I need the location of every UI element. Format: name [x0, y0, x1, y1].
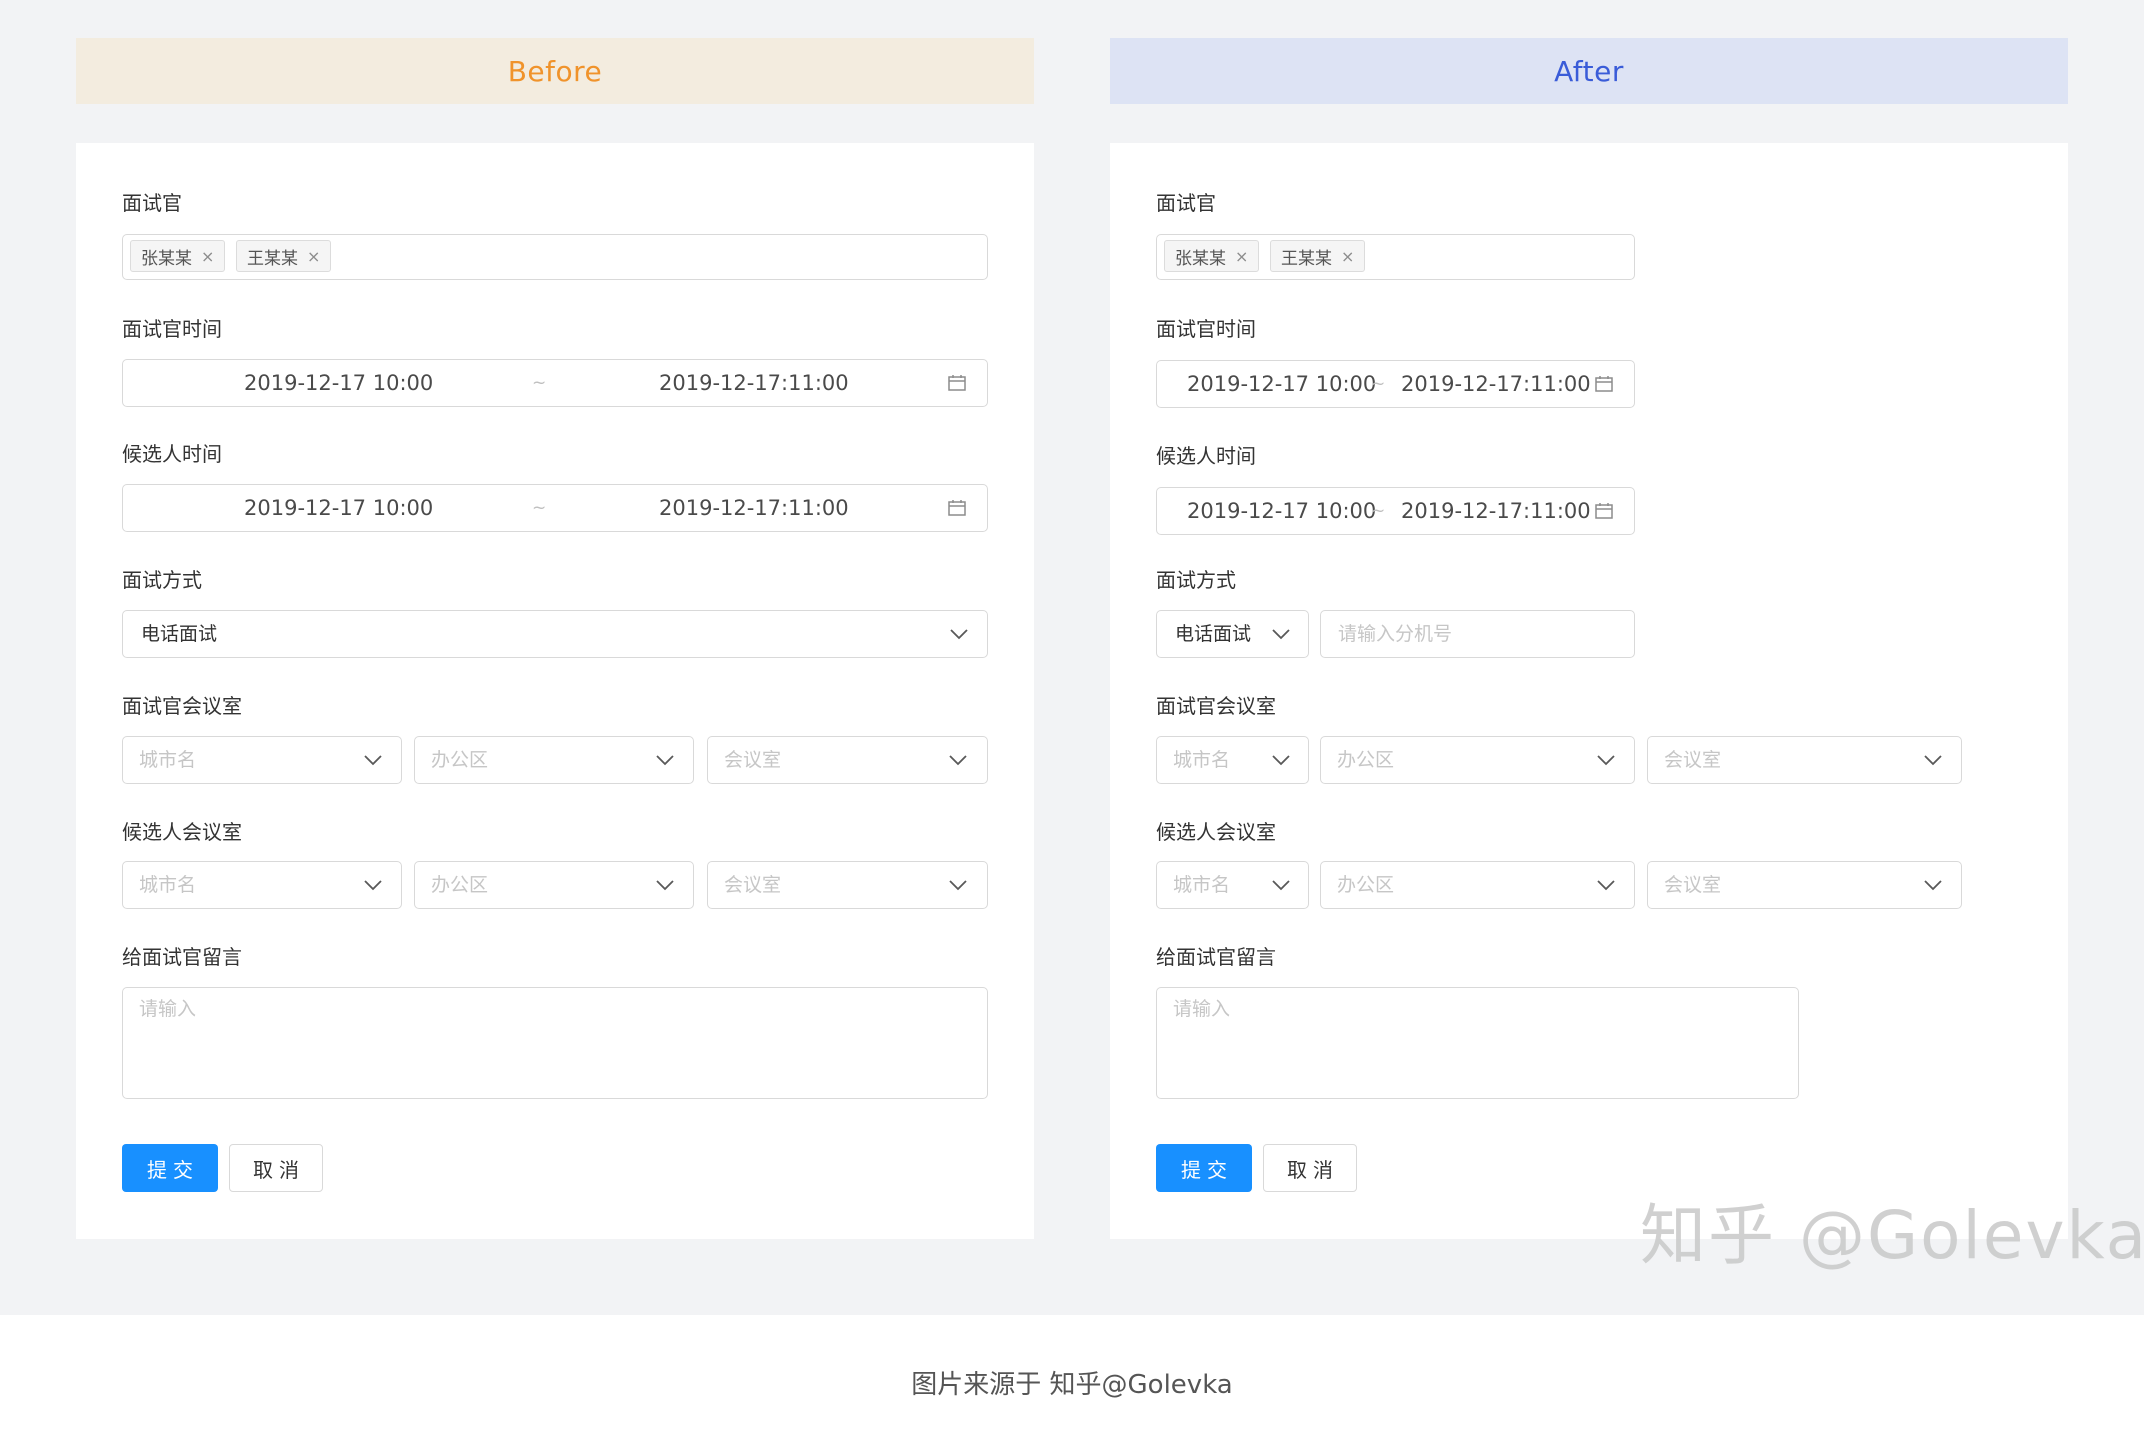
chevron-down-icon [656, 880, 674, 891]
calendar-icon[interactable] [1594, 374, 1614, 394]
candidate-room-label: 候选人会议室 [122, 820, 242, 844]
candidate-time-range-picker[interactable]: 2019-12-17 10:00 ~ 2019-12-17:11:00 [122, 484, 988, 532]
extension-placeholder: 请输入分机号 [1338, 623, 1453, 645]
interviewer-room-label: 面试官会议室 [1156, 694, 1276, 718]
room-select[interactable]: 会议室 [707, 736, 988, 784]
candidate-time-label: 候选人时间 [122, 442, 222, 466]
method-select[interactable]: 电话面试 [1156, 610, 1309, 658]
comparison-stage: Before 面试官 张某某 × 王某某 × 面试官时间 2019-12-17 … [0, 0, 2144, 1430]
chevron-down-icon [1272, 755, 1290, 766]
interviewer-tag: 张某某 × [1164, 240, 1260, 272]
candidate-room-label: 候选人会议室 [1156, 820, 1276, 844]
candidate-time-range-picker[interactable]: 2019-12-17 10:00 ~ 2019-12-17:11:00 [1156, 487, 1635, 535]
close-icon[interactable]: × [1341, 247, 1354, 266]
after-form-card: 面试官 张某某 × 王某某 × 面试官时间 2019-12-17 10:00 ~… [1110, 143, 2068, 1239]
chevron-down-icon [364, 755, 382, 766]
interviewer-select[interactable]: 张某某 × 王某某 × [122, 234, 988, 280]
chevron-down-icon [949, 755, 967, 766]
range-separator: ~ [1371, 501, 1386, 521]
interviewer-label: 面试官 [122, 191, 182, 215]
method-label: 面试方式 [1156, 568, 1236, 592]
range-separator: ~ [532, 498, 547, 518]
range-separator: ~ [1371, 374, 1386, 394]
interviewer-tag: 王某某 × [1270, 240, 1366, 272]
city-select[interactable]: 城市名 [122, 736, 402, 784]
close-icon[interactable]: × [1235, 247, 1248, 266]
comparison-background: Before 面试官 张某某 × 王某某 × 面试官时间 2019-12-17 … [0, 0, 2144, 1315]
message-placeholder: 请输入 [1173, 998, 1231, 1020]
method-value: 电话面试 [141, 623, 218, 645]
interviewer-room-label: 面试官会议室 [122, 694, 242, 718]
interviewer-time-range-picker[interactable]: 2019-12-17 10:00 ~ 2019-12-17:11:00 [122, 359, 988, 407]
chevron-down-icon [1272, 629, 1290, 640]
chevron-down-icon [656, 755, 674, 766]
interviewer-time-label: 面试官时间 [1156, 317, 1256, 341]
chevron-down-icon [1597, 755, 1615, 766]
interviewer-tag: 张某某 × [130, 240, 226, 272]
interviewer-select[interactable]: 张某某 × 王某某 × [1156, 234, 1635, 280]
city-select[interactable]: 城市名 [1156, 736, 1309, 784]
range-end: 2019-12-17:11:00 [1401, 372, 1591, 396]
cancel-button[interactable]: 取消 [229, 1144, 323, 1192]
range-start: 2019-12-17 10:00 [1187, 372, 1377, 396]
chevron-down-icon [949, 880, 967, 891]
interviewer-tag: 王某某 × [236, 240, 332, 272]
room-select[interactable]: 会议室 [1647, 736, 1962, 784]
method-label: 面试方式 [122, 568, 202, 592]
interviewer-time-label: 面试官时间 [122, 317, 222, 341]
office-select[interactable]: 办公区 [1320, 736, 1635, 784]
range-end: 2019-12-17:11:00 [1401, 499, 1591, 523]
message-label: 给面试官留言 [1156, 945, 1276, 969]
message-placeholder: 请输入 [139, 998, 197, 1020]
office-select[interactable]: 办公区 [414, 736, 694, 784]
room-select[interactable]: 会议室 [707, 861, 988, 909]
method-select[interactable]: 电话面试 [122, 610, 988, 658]
range-start: 2019-12-17 10:00 [1187, 499, 1377, 523]
calendar-icon[interactable] [1594, 501, 1614, 521]
office-select[interactable]: 办公区 [414, 861, 694, 909]
before-banner-title: Before [507, 54, 603, 88]
chevron-down-icon [1924, 880, 1942, 891]
interviewer-time-range-picker[interactable]: 2019-12-17 10:00 ~ 2019-12-17:11:00 [1156, 360, 1635, 408]
watermark: 知乎 @Golevka [1640, 1197, 2144, 1274]
range-end: 2019-12-17:11:00 [659, 371, 849, 395]
before-banner: Before [76, 38, 1034, 104]
chevron-down-icon [1924, 755, 1942, 766]
method-value: 电话面试 [1175, 623, 1252, 645]
chevron-down-icon [1597, 880, 1615, 891]
chevron-down-icon [950, 629, 968, 640]
submit-button[interactable]: 提交 [1156, 1144, 1252, 1192]
range-end: 2019-12-17:11:00 [659, 496, 849, 520]
city-select[interactable]: 城市名 [122, 861, 402, 909]
image-caption: 图片来源于 知乎@Golevka [911, 1370, 1233, 1400]
range-separator: ~ [532, 373, 547, 393]
extension-input[interactable]: 请输入分机号 [1320, 610, 1635, 658]
cancel-button[interactable]: 取消 [1263, 1144, 1357, 1192]
submit-button[interactable]: 提交 [122, 1144, 218, 1192]
room-select[interactable]: 会议室 [1647, 861, 1962, 909]
range-start: 2019-12-17 10:00 [244, 371, 434, 395]
message-label: 给面试官留言 [122, 945, 242, 969]
chevron-down-icon [364, 880, 382, 891]
chevron-down-icon [1272, 880, 1290, 891]
before-form-card: 面试官 张某某 × 王某某 × 面试官时间 2019-12-17 10:00 ~… [76, 143, 1034, 1239]
city-select[interactable]: 城市名 [1156, 861, 1309, 909]
candidate-time-label: 候选人时间 [1156, 444, 1256, 468]
close-icon[interactable]: × [201, 247, 214, 266]
office-select[interactable]: 办公区 [1320, 861, 1635, 909]
message-textarea[interactable]: 请输入 [1156, 987, 1799, 1099]
range-start: 2019-12-17 10:00 [244, 496, 434, 520]
after-banner-title: After [1554, 54, 1624, 88]
after-banner: After [1110, 38, 2068, 104]
interviewer-label: 面试官 [1156, 191, 1216, 215]
calendar-icon[interactable] [947, 498, 967, 518]
close-icon[interactable]: × [307, 247, 320, 266]
calendar-icon[interactable] [947, 373, 967, 393]
message-textarea[interactable]: 请输入 [122, 987, 988, 1099]
